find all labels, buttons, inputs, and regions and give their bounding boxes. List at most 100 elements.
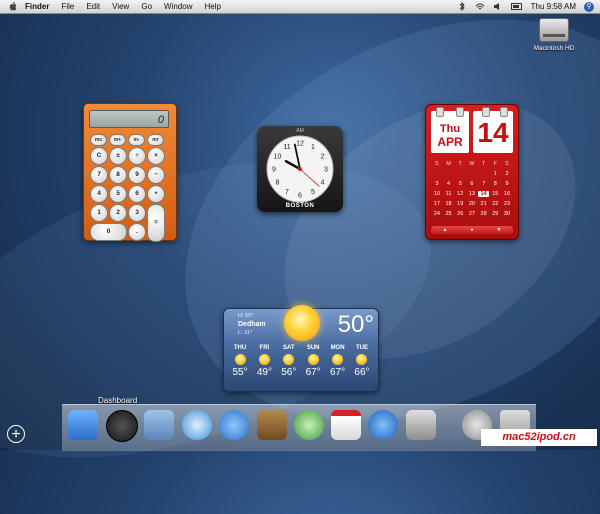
- calculator-widget[interactable]: 0 mc m+ m- mr C ± ÷ × 7 8 9 − 4 5 6 + 1 …: [83, 103, 177, 242]
- menu-file[interactable]: File: [61, 2, 74, 11]
- calendar-day-cell: 10: [433, 191, 440, 197]
- calc-key-decimal[interactable]: .: [128, 223, 146, 241]
- hd-label: Macintosh HD: [533, 45, 575, 52]
- forecast-day: MON 67°: [326, 345, 350, 378]
- calc-key-negate[interactable]: ±: [109, 147, 127, 165]
- forecast-day: FRI 49°: [252, 345, 276, 378]
- calc-key-equals[interactable]: =: [147, 204, 165, 242]
- forecast-day: SUN 67°: [301, 345, 325, 378]
- calendar-day-cell: 20: [468, 201, 475, 207]
- calc-key-multiply[interactable]: ×: [147, 147, 165, 165]
- ichat-icon[interactable]: [219, 410, 249, 440]
- forecast-day-name: MON: [330, 345, 345, 351]
- spotlight-icon[interactable]: ⚲: [584, 1, 594, 12]
- calendar-day-cell: 25: [445, 211, 452, 217]
- dashboard-icon[interactable]: [106, 410, 138, 442]
- battery-icon[interactable]: [510, 2, 523, 11]
- address-book-icon[interactable]: [257, 410, 287, 440]
- volume-icon[interactable]: [493, 2, 503, 11]
- forecast-day: THU 55°: [228, 345, 252, 378]
- forecast-day-name: SAT: [283, 345, 295, 351]
- forecast-day-name: FRI: [259, 345, 270, 351]
- calendar-day-cell: 22: [492, 201, 499, 207]
- weekday-header: S: [505, 161, 509, 167]
- calc-key-plus[interactable]: +: [147, 185, 165, 203]
- mail-icon[interactable]: [144, 410, 174, 440]
- menu-finder[interactable]: Finder: [25, 2, 49, 11]
- calc-key-divide[interactable]: ÷: [128, 147, 146, 165]
- weather-widget[interactable]: H: 50° Dedham L: 31° 50° THU 55° FRI 49°…: [223, 305, 379, 392]
- clock-face: 1234567891011 12: [266, 135, 334, 203]
- calendar-day-cell: 19: [457, 201, 464, 207]
- calc-key-1[interactable]: 1: [90, 204, 108, 222]
- today-button[interactable]: ●: [470, 226, 473, 234]
- prev-month-button[interactable]: ▲: [443, 226, 448, 234]
- menu-edit[interactable]: Edit: [86, 2, 100, 11]
- weather-city: Dedham: [238, 321, 266, 328]
- ical-icon[interactable]: [331, 410, 361, 440]
- calendar-day-cell: 4: [447, 181, 451, 187]
- bluetooth-icon[interactable]: [457, 2, 467, 11]
- menu-view[interactable]: View: [112, 2, 129, 11]
- calendar-week-row: 10 11 12 13 14 15 16: [431, 189, 513, 199]
- calc-key-8[interactable]: 8: [109, 166, 127, 184]
- calc-key-3[interactable]: 3: [128, 204, 146, 222]
- binder-ring: [482, 107, 490, 117]
- clock-numeral: 6: [298, 193, 302, 200]
- weekday-header: S: [435, 161, 439, 167]
- calendar-day-cell: 17: [433, 201, 440, 207]
- clock-numeral: 4: [321, 180, 325, 187]
- calc-key-9[interactable]: 9: [128, 166, 146, 184]
- calendar-day-cell: 7: [482, 181, 486, 187]
- calc-key-mplus[interactable]: m+: [109, 134, 126, 146]
- calendar-day-cell: 9: [505, 181, 509, 187]
- next-month-button[interactable]: ▼: [497, 226, 502, 234]
- calc-key-clear[interactable]: C: [90, 147, 108, 165]
- add-widget-button[interactable]: +: [7, 425, 25, 443]
- apple-menu-icon[interactable]: [8, 1, 19, 12]
- clock-city: BOSTON: [285, 203, 315, 209]
- calendar-day-cell: 11: [445, 191, 452, 197]
- calc-key-7[interactable]: 7: [90, 166, 108, 184]
- calc-key-mr[interactable]: mr: [147, 134, 164, 146]
- finder-icon[interactable]: [68, 410, 98, 440]
- menu-go[interactable]: Go: [141, 2, 152, 11]
- forecast-temp: 66°: [354, 367, 370, 378]
- safari-icon[interactable]: [182, 410, 212, 440]
- calendar-day-cell: 14: [477, 191, 490, 197]
- calendar-day-cell: 21: [480, 201, 487, 207]
- calc-key-minus[interactable]: −: [147, 166, 165, 184]
- clock-numeral: 1: [311, 144, 315, 151]
- forecast-day: SAT 56°: [277, 345, 301, 378]
- sunny-icon: [307, 354, 319, 365]
- menu-window[interactable]: Window: [164, 2, 192, 11]
- sunny-icon: [234, 354, 246, 365]
- menu-help[interactable]: Help: [204, 2, 220, 11]
- clock-numeral: 10: [274, 154, 282, 161]
- weather-high: H: 50°: [238, 313, 254, 319]
- calendar-day-page: Thu APR: [431, 111, 469, 153]
- clock-numeral: 8: [276, 180, 280, 187]
- menu-clock[interactable]: Thu 9:58 AM: [531, 2, 576, 11]
- weekday-header: T: [481, 161, 486, 167]
- weather-forecast: THU 55° FRI 49° SAT 56° SUN 67° MON 67° …: [228, 345, 374, 378]
- calc-key-0[interactable]: 0: [90, 223, 127, 241]
- calc-key-2[interactable]: 2: [109, 204, 127, 222]
- calc-key-mc[interactable]: mc: [90, 134, 107, 146]
- watermark: mac52ipod.cn: [481, 429, 597, 446]
- quicktime-icon[interactable]: [368, 410, 398, 440]
- calc-key-5[interactable]: 5: [109, 185, 127, 203]
- itunes-icon[interactable]: [294, 410, 324, 440]
- macintosh-hd[interactable]: Macintosh HD: [530, 18, 578, 52]
- calc-key-6[interactable]: 6: [128, 185, 146, 203]
- system-preferences-icon[interactable]: [406, 410, 436, 440]
- calc-key-4[interactable]: 4: [90, 185, 108, 203]
- wifi-icon[interactable]: [475, 2, 485, 11]
- world-clock-widget[interactable]: AM 1 2 3 4 5 6 7 8 9 10 11 12 BOSTON: [257, 126, 343, 212]
- forecast-day-name: SUN: [306, 345, 320, 351]
- calc-key-mminus[interactable]: m-: [128, 134, 145, 146]
- calendar-widget[interactable]: Thu APR 14 S M T W T F S 1 2 3 4 5 6 7 8 9 10 11 12 13 14 15 1…: [425, 104, 519, 240]
- forecast-temp: 49°: [256, 367, 272, 378]
- calendar-day-cell: 26: [457, 211, 464, 217]
- calendar-day-cell: 12: [457, 191, 464, 197]
